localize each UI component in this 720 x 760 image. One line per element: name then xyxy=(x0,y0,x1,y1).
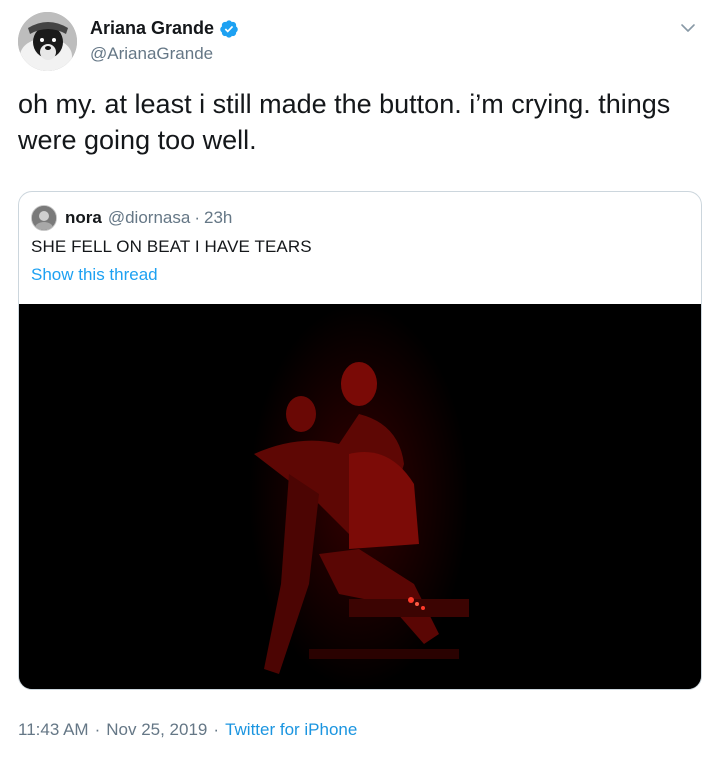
tweet-date[interactable]: Nov 25, 2019 xyxy=(106,720,207,740)
verified-badge-icon xyxy=(220,19,238,38)
author-display-name[interactable]: Ariana Grande xyxy=(90,18,214,39)
quoted-avatar xyxy=(31,205,57,231)
video-frame-image xyxy=(19,304,701,689)
meta-separator: · xyxy=(94,720,101,739)
quoted-display-name: nora xyxy=(65,208,102,227)
tweet-time[interactable]: 11:43 AM xyxy=(18,720,89,740)
dog-avatar-icon xyxy=(18,12,77,71)
author-name-row: Ariana Grande xyxy=(90,18,239,39)
show-thread-link[interactable]: Show this thread xyxy=(31,265,158,285)
author-handle[interactable]: @ArianaGrande xyxy=(90,44,239,64)
quoted-tweet[interactable]: nora @diornasa · 23h SHE FELL ON BEAT I … xyxy=(18,191,702,690)
tweet-meta: 11:43 AM · Nov 25, 2019 · Twitter for iP… xyxy=(18,720,357,740)
author-avatar[interactable] xyxy=(18,12,77,71)
chevron-down-icon[interactable] xyxy=(678,18,698,38)
quoted-separator: · xyxy=(194,208,200,227)
quoted-text: SHE FELL ON BEAT I HAVE TEARS xyxy=(31,237,312,256)
quoted-header: nora @diornasa · 23h xyxy=(31,205,232,231)
quoted-avatar-icon xyxy=(32,206,56,230)
tweet-card: Ariana Grande @ArianaGrande oh my. at le… xyxy=(0,0,720,760)
tweet-text: oh my. at least i still made the button.… xyxy=(18,89,671,155)
author-info: Ariana Grande @ArianaGrande xyxy=(90,18,239,64)
quoted-timestamp: 23h xyxy=(203,208,233,227)
quoted-handle: @diornasa xyxy=(107,208,191,227)
meta-separator: · xyxy=(213,720,220,739)
quoted-video[interactable] xyxy=(19,304,701,689)
tweet-source-link[interactable]: Twitter for iPhone xyxy=(225,720,357,740)
